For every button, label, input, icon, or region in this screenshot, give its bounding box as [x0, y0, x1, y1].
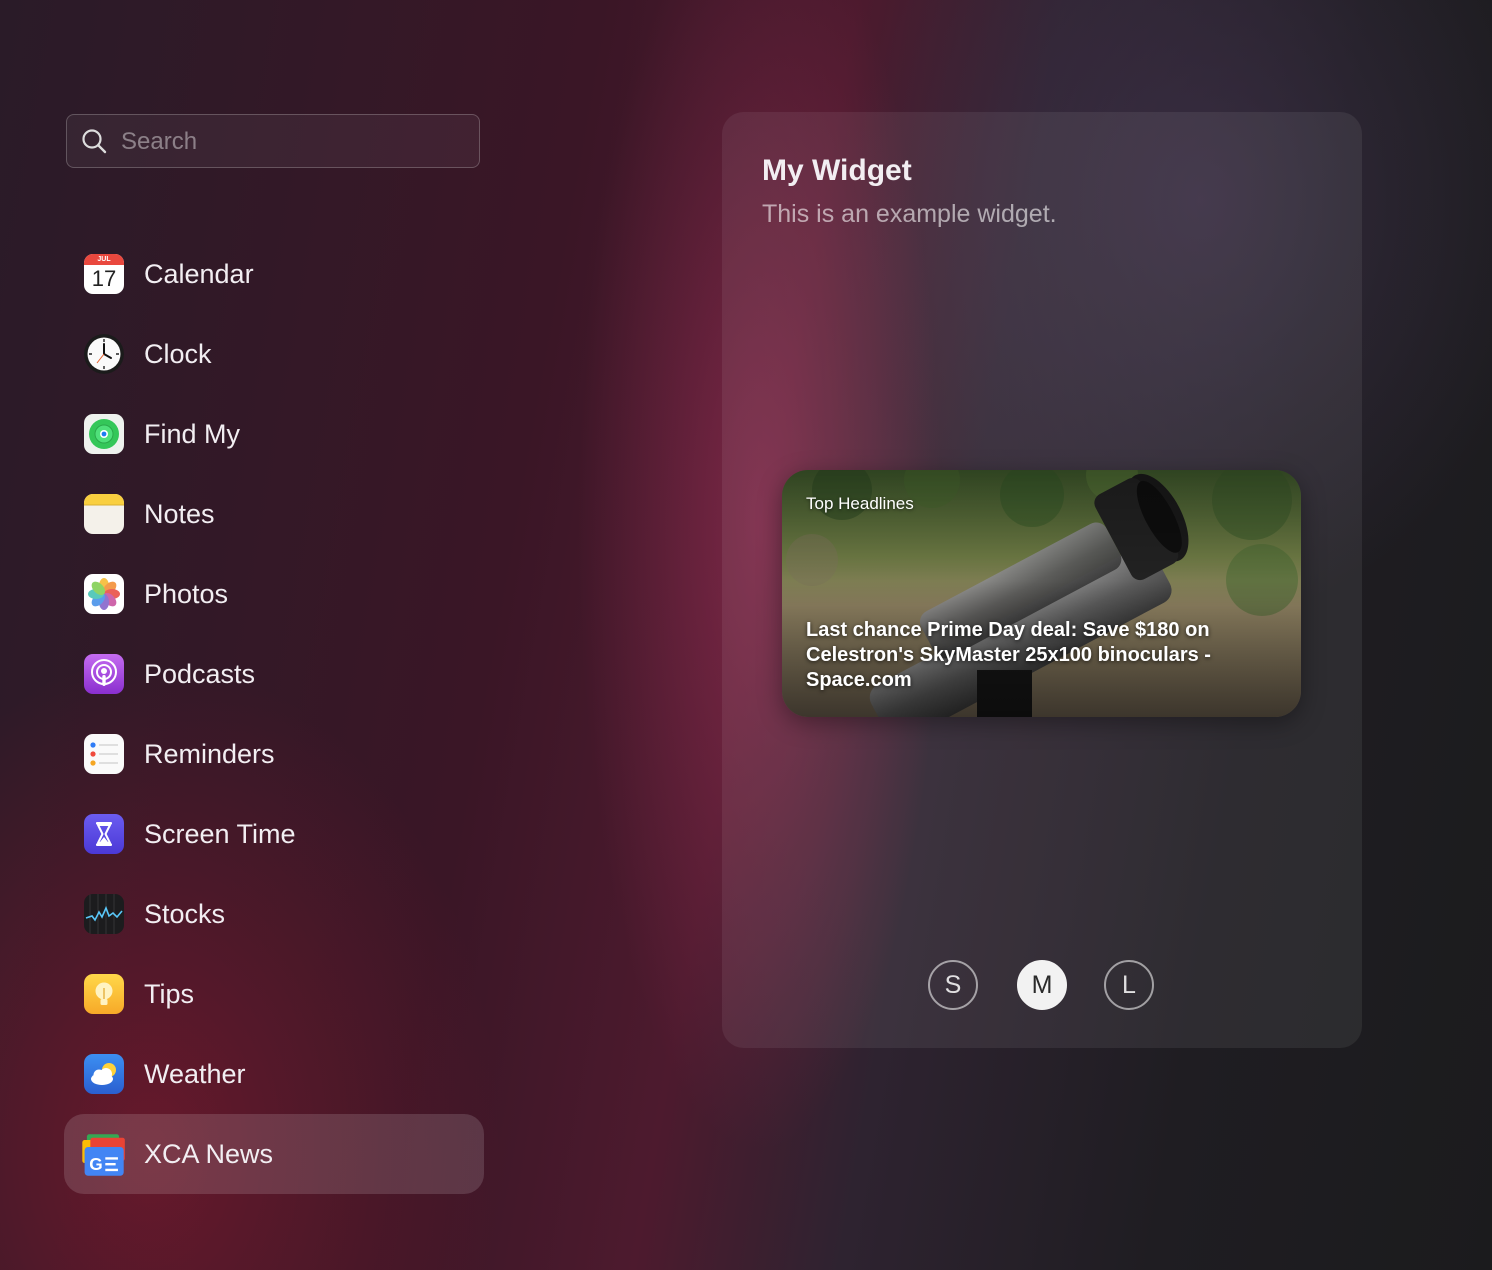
sidebar-item-xca-news[interactable]: G XCA News	[64, 1114, 484, 1194]
sidebar-item-label: Reminders	[144, 739, 275, 769]
widget-headline: Last chance Prime Day deal: Save $180 on…	[806, 619, 1211, 691]
sidebar-item-weather[interactable]: Weather	[64, 1034, 484, 1114]
sidebar-item-label: Notes	[144, 499, 215, 529]
sidebar-item-stocks[interactable]: Stocks	[64, 874, 484, 954]
sidebar-item-reminders[interactable]: Reminders	[64, 714, 484, 794]
reminders-icon	[84, 734, 124, 774]
screen-time-icon	[84, 814, 124, 854]
notes-icon	[84, 494, 124, 534]
sidebar-item-label: Clock	[144, 339, 212, 369]
xca-news-icon: G	[82, 1134, 125, 1176]
calendar-icon: JUL 17	[84, 254, 124, 294]
sidebar-item-tips[interactable]: Tips	[64, 954, 484, 1034]
find-my-icon	[84, 414, 124, 454]
sidebar-item-calendar[interactable]: JUL 17 Calendar	[64, 234, 484, 314]
sidebar-item-label: Photos	[144, 579, 229, 609]
sidebar-item-label: Stocks	[144, 899, 226, 929]
panel-subtitle: This is an example widget.	[762, 200, 1057, 228]
news-widget-preview[interactable]: Top Headlines Last chance Prime Day deal…	[782, 470, 1301, 717]
podcasts-icon	[84, 654, 124, 694]
sidebar-item-label: Weather	[144, 1059, 246, 1089]
weather-icon	[84, 1054, 124, 1094]
search-input[interactable]	[119, 115, 473, 169]
search-field[interactable]	[66, 114, 480, 169]
clock-icon	[84, 334, 124, 374]
sidebar-item-label: Calendar	[144, 259, 254, 289]
size-large-button[interactable]: L	[1104, 960, 1154, 1010]
sidebar-item-label: Find My	[144, 419, 241, 449]
sidebar-item-screen-time[interactable]: Screen Time	[64, 794, 484, 874]
sidebar-item-find-my[interactable]: Find My	[64, 394, 484, 474]
sidebar-item-notes[interactable]: Notes	[64, 474, 484, 554]
calendar-icon-day: 17	[91, 266, 117, 291]
sidebar-item-label: Tips	[144, 979, 195, 1009]
tips-icon	[84, 974, 124, 1014]
widget-category: Top Headlines	[806, 494, 914, 513]
stocks-icon	[84, 894, 124, 934]
widget-preview-panel: My Widget This is an example widget. Top…	[722, 112, 1362, 1048]
widget-app-list: JUL 17 Calendar Clock Find My Notes Phot…	[64, 234, 484, 1194]
sidebar-item-photos[interactable]: Photos	[64, 554, 484, 634]
panel-title: My Widget	[762, 154, 912, 187]
size-medium-button[interactable]: M	[1017, 960, 1067, 1010]
sidebar-item-podcasts[interactable]: Podcasts	[64, 634, 484, 714]
search-icon	[82, 129, 107, 154]
svg-text:G: G	[89, 1154, 102, 1174]
widget-size-selector: S M L	[928, 960, 1156, 1010]
sidebar-item-label: Podcasts	[144, 659, 256, 689]
photos-icon	[84, 574, 124, 614]
sidebar-item-label: XCA News	[144, 1139, 274, 1169]
size-small-button[interactable]: S	[928, 960, 978, 1010]
sidebar-item-clock[interactable]: Clock	[64, 314, 484, 394]
calendar-icon-month: JUL	[84, 254, 124, 265]
sidebar-item-label: Screen Time	[144, 819, 296, 849]
